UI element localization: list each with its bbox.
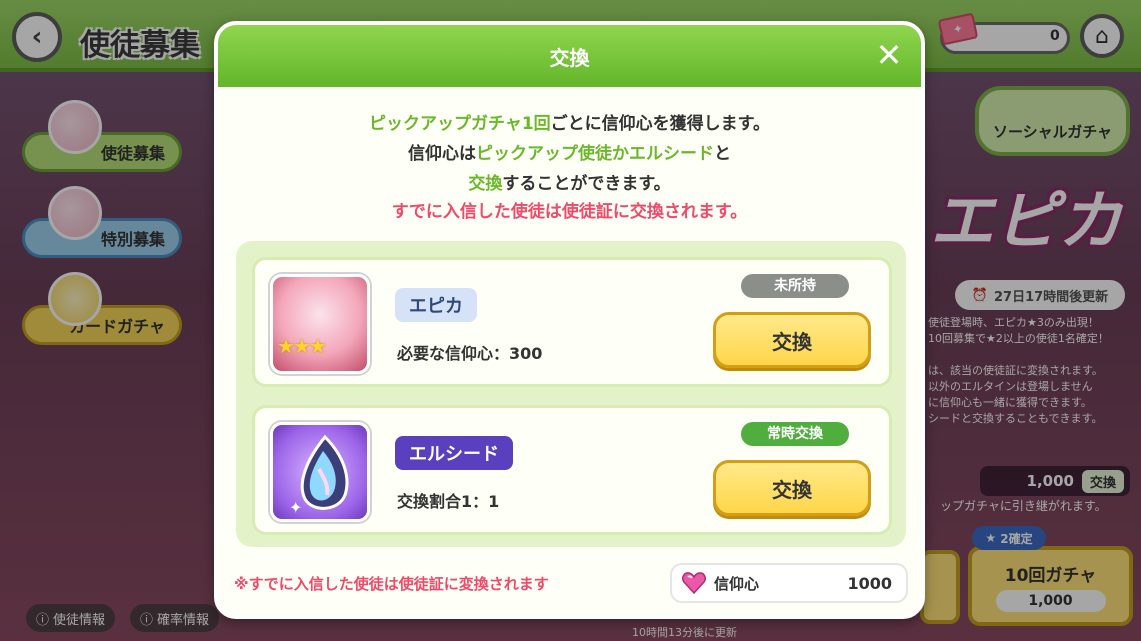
desc-text: 信仰心は — [408, 144, 476, 164]
description-line-1: ピックアップガチャ1回ごとに信仰心を獲得します。 — [218, 109, 921, 134]
exchange-list: ★★★ エピカ 必要な信仰心：300 未所持 交換 ✦ エルシード 交換割合1：… — [236, 241, 906, 547]
desc-warning: すでに入信した使徒は使徒証に交換されます。 — [391, 202, 748, 222]
desc-highlight: ピックアップ使徒かエルシード — [476, 144, 714, 164]
rarity-stars: ★★★ — [277, 334, 327, 358]
exchange-button[interactable]: 交換 — [713, 460, 871, 516]
modal-title: 交換 — [549, 45, 590, 70]
heart-gem-icon — [682, 572, 706, 594]
desc-highlight: 交換 — [468, 174, 503, 194]
desc-highlight: ピックアップガチャ1回 — [369, 114, 551, 134]
list-item: ✦ エルシード 交換割合1：1 常時交換 交換 — [252, 405, 892, 535]
currency-value: 1000 — [847, 573, 892, 593]
item-requirement: 交換割合1：1 — [397, 492, 500, 511]
svg-text:✦: ✦ — [289, 498, 302, 517]
close-button[interactable]: ✕ — [872, 39, 906, 73]
exchange-button[interactable]: 交換 — [713, 312, 871, 368]
modal-header: 交換 — [218, 25, 921, 87]
footer-note: ※すでに入信した使徒は使徒証に変換されます — [234, 575, 549, 593]
desc-text: することができます。 — [502, 174, 671, 194]
currency-label: 信仰心 — [714, 574, 760, 593]
description-line-2: 信仰心はピックアップ使徒かエルシードと — [218, 139, 921, 164]
elseed-icon: ✦ — [270, 422, 370, 522]
desc-text: と — [714, 144, 731, 164]
status-badge: 常時交換 — [741, 422, 849, 446]
item-name: エピカ — [395, 288, 477, 322]
desc-text: ごとに信仰心を獲得します。 — [550, 114, 770, 134]
status-badge: 未所持 — [741, 274, 849, 298]
description-line-4: すでに入信した使徒は使徒証に交換されます。 — [218, 197, 921, 222]
item-name: エルシード — [395, 436, 513, 470]
item-requirement: 必要な信仰心：300 — [397, 344, 543, 363]
list-item: ★★★ エピカ 必要な信仰心：300 未所持 交換 — [252, 257, 892, 387]
exchange-modal: 交換 ✕ ピックアップガチャ1回ごとに信仰心を獲得します。 信仰心はピックアップ… — [214, 21, 925, 619]
close-icon: ✕ — [875, 36, 903, 74]
description-line-3: 交換することができます。 — [218, 169, 921, 194]
character-portrait — [270, 274, 370, 374]
currency-display: 信仰心 1000 — [670, 563, 908, 603]
